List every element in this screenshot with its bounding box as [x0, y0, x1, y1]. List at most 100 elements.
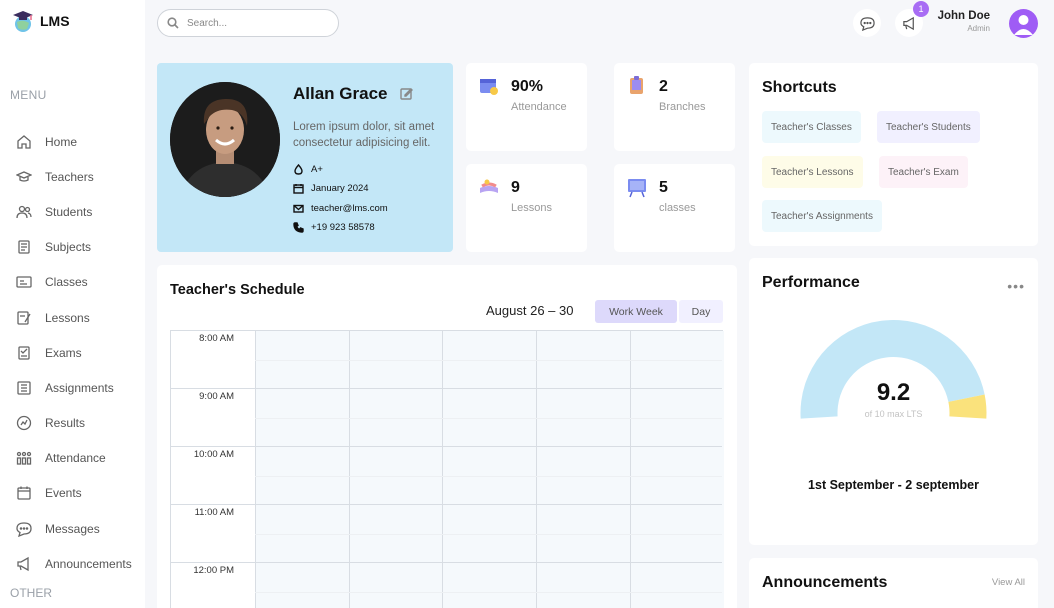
mail-icon — [293, 204, 304, 213]
hour-line — [171, 446, 722, 447]
classes-board-icon — [626, 176, 648, 198]
user-icon — [1014, 15, 1033, 35]
profile-card: Allan Grace Lorem ipsum dolor, sit amet … — [157, 63, 453, 252]
schedule-card: Teacher's Schedule August 26 – 30 Work W… — [157, 265, 737, 608]
schedule-title: Teacher's Schedule — [170, 282, 305, 298]
shortcut-teachers-students[interactable]: Teacher's Students — [877, 111, 980, 143]
stat-card-lessons[interactable]: 9 Lessons — [466, 164, 587, 252]
half-hour-line — [255, 534, 722, 535]
shortcut-teachers-exam[interactable]: Teacher's Exam — [879, 156, 968, 188]
sidebar-item-classes[interactable]: Classes — [16, 265, 132, 300]
exams-icon — [18, 346, 30, 360]
other-section-title: OTHER — [10, 586, 52, 600]
half-hour-line — [255, 360, 722, 361]
stat-card-attendance[interactable]: 90% Attendance — [466, 63, 587, 151]
subjects-icon — [18, 240, 30, 254]
sidebar-item-lessons[interactable]: Lessons — [16, 300, 132, 335]
half-hour-line — [255, 592, 722, 593]
stat-label: Branches — [659, 101, 706, 113]
shortcut-teachers-assignments[interactable]: Teacher's Assignments — [762, 200, 882, 232]
sidebar-item-label: Students — [45, 204, 93, 219]
view-day-button[interactable]: Day — [679, 300, 723, 323]
sidebar-item-events[interactable]: Events — [16, 476, 132, 511]
announcements-card: Announcements View All — [749, 558, 1038, 608]
stat-value: 90% — [511, 78, 544, 95]
edit-profile-button[interactable] — [400, 87, 413, 100]
shortcut-teachers-classes[interactable]: Teacher's Classes — [762, 111, 861, 143]
messages-button[interactable] — [853, 9, 881, 37]
stat-label: Lessons — [511, 202, 552, 214]
blood-type: A+ — [311, 164, 323, 176]
sidebar-item-label: Events — [45, 486, 82, 501]
sidebar-item-students[interactable]: Students — [16, 194, 132, 229]
hour-line — [171, 388, 722, 389]
logo-icon — [12, 9, 34, 33]
stat-value: 2 — [659, 78, 668, 95]
time-label: 8:00 AM — [199, 333, 234, 344]
stat-card-classes[interactable]: 5 classes — [614, 164, 735, 252]
sidebar-item-messages[interactable]: Messages — [16, 511, 132, 546]
sidebar-item-label: Home — [45, 134, 78, 149]
sidebar-item-assignments[interactable]: Assignments — [16, 370, 132, 405]
phone-row: +19 923 58578 — [293, 218, 388, 237]
teacher-icon — [16, 171, 32, 182]
stat-value: 5 — [659, 179, 668, 196]
sidebar-item-subjects[interactable]: Subjects — [16, 230, 132, 265]
students-icon — [16, 205, 32, 219]
lessons-book-icon — [478, 176, 500, 198]
sidebar-item-teachers[interactable]: Teachers — [16, 159, 132, 194]
sidebar-item-label: Classes — [45, 275, 88, 290]
search-input[interactable] — [187, 17, 327, 29]
stat-card-branches[interactable]: 2 Branches — [614, 63, 735, 151]
sidebar-item-label: Teachers — [45, 169, 94, 184]
messages-icon — [16, 522, 32, 537]
attendance-icon — [16, 452, 32, 465]
profile-name: Allan Grace — [293, 84, 388, 103]
calendar-day-column[interactable] — [442, 331, 536, 608]
sidebar-menu: Home Teachers Students Subjects Classes … — [16, 124, 132, 581]
view-all-link[interactable]: View All — [992, 577, 1025, 588]
performance-value: 9.2 — [876, 379, 911, 406]
calendar-day-column[interactable] — [630, 331, 724, 608]
blood-type-row: A+ — [293, 160, 388, 179]
date-row: January 2024 — [293, 179, 388, 198]
shortcuts-card: Shortcuts Teacher's Classes Teacher's St… — [749, 63, 1038, 246]
user-role: Admin — [967, 24, 990, 33]
calendar-day-column[interactable] — [536, 331, 630, 608]
shortcut-teachers-lessons[interactable]: Teacher's Lessons — [762, 156, 863, 188]
time-label: 11:00 AM — [194, 507, 234, 518]
blood-drop-icon — [294, 164, 303, 175]
results-icon — [16, 415, 32, 431]
performance-date-range: 1st September - 2 september — [808, 478, 979, 492]
announcements-button[interactable]: 1 — [895, 1, 929, 37]
megaphone-icon — [902, 16, 914, 30]
sidebar-item-attendance[interactable]: Attendance — [16, 441, 132, 476]
menu-section-title: MENU — [10, 88, 47, 102]
user-name: John Doe — [937, 10, 990, 22]
sidebar-item-label: Lessons — [45, 310, 90, 325]
calendar-day-column[interactable] — [349, 331, 442, 608]
calendar-icon — [293, 184, 304, 195]
announcements-title: Announcements — [762, 574, 888, 591]
sidebar-item-results[interactable]: Results — [16, 406, 132, 441]
email-row: teacher@lms.com — [293, 199, 388, 218]
classes-icon — [16, 276, 32, 288]
sidebar-item-home[interactable]: Home — [16, 124, 132, 159]
search-bar[interactable] — [157, 9, 339, 37]
profile-description: Lorem ipsum dolor, sit amet consectetur … — [293, 121, 435, 149]
time-label: 9:00 AM — [199, 391, 234, 402]
performance-subtitle: of 10 max LTS — [864, 409, 923, 419]
stat-value: 9 — [511, 179, 520, 196]
assignments-icon — [17, 381, 31, 395]
shortcuts-title: Shortcuts — [762, 79, 837, 96]
calendar-day-column[interactable] — [255, 331, 349, 608]
hour-line — [171, 504, 722, 505]
avatar[interactable] — [1009, 9, 1038, 38]
edit-icon — [400, 88, 413, 100]
logo[interactable]: LMS — [12, 9, 70, 33]
sidebar-item-announcements[interactable]: Announcements — [16, 546, 132, 581]
view-work-week-button[interactable]: Work Week — [595, 300, 677, 323]
sidebar-item-label: Announcements — [45, 556, 132, 571]
branches-icon — [626, 75, 648, 97]
sidebar-item-exams[interactable]: Exams — [16, 335, 132, 370]
